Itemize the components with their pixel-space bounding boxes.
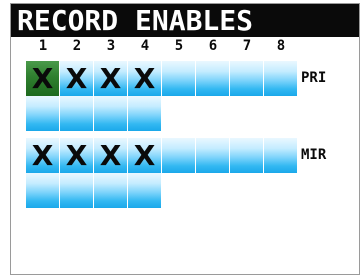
- record-enable-cell[interactable]: [60, 96, 94, 132]
- record-enable-cell[interactable]: [94, 173, 128, 209]
- track-number-2: 2: [72, 38, 82, 54]
- track-number-1: 1: [38, 38, 48, 54]
- title-bar: RECORD ENABLES: [11, 4, 359, 37]
- track-number-5: 5: [174, 38, 184, 54]
- track-number-6: 6: [208, 38, 218, 54]
- track-number-3: 3: [106, 38, 116, 54]
- record-enable-cell[interactable]: [162, 138, 196, 174]
- record-enable-cell[interactable]: [128, 173, 162, 209]
- record-enable-cell[interactable]: X: [94, 61, 128, 97]
- track-number-7: 7: [242, 38, 252, 54]
- record-enable-cell[interactable]: [196, 61, 230, 97]
- record-enable-cell[interactable]: X: [60, 138, 94, 174]
- row-label-pri: PRI: [301, 70, 327, 86]
- row-label-mir: MIR: [301, 147, 327, 163]
- record-enable-cell[interactable]: X: [94, 138, 128, 174]
- record-enable-cell[interactable]: [230, 61, 264, 97]
- record-enable-cell[interactable]: [264, 138, 298, 174]
- record-enable-cell[interactable]: X: [60, 61, 94, 97]
- record-enable-cell[interactable]: [264, 61, 298, 97]
- track-number-4: 4: [140, 38, 150, 54]
- record-enable-cell[interactable]: X: [128, 61, 162, 97]
- record-enable-cell[interactable]: [162, 61, 196, 97]
- record-enable-cell[interactable]: X: [26, 138, 60, 174]
- record-enable-cell[interactable]: [26, 173, 60, 209]
- record-enable-cell[interactable]: [60, 173, 94, 209]
- record-enable-cell[interactable]: [230, 138, 264, 174]
- record-enable-cell[interactable]: [26, 96, 60, 132]
- page-title: RECORD ENABLES: [17, 4, 254, 37]
- record-enable-cell[interactable]: [128, 96, 162, 132]
- record-enables-screen: RECORD ENABLES 1 2 3 4 5 6 7 8 X X X X PRI X X X X MIR: [10, 3, 360, 275]
- record-enable-cell[interactable]: X: [26, 61, 60, 97]
- track-number-8: 8: [276, 38, 286, 54]
- record-enable-cell[interactable]: X: [128, 138, 162, 174]
- record-enable-cell[interactable]: [196, 138, 230, 174]
- record-enable-cell[interactable]: [94, 96, 128, 132]
